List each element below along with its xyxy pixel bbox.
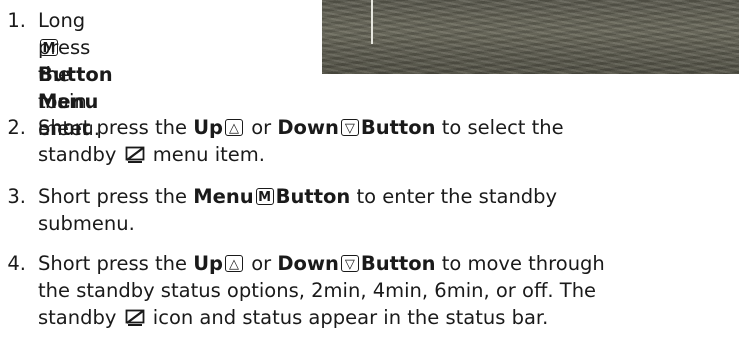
step-text: to select the xyxy=(435,116,564,139)
step-text: menu item. xyxy=(146,143,265,166)
up-label: Up xyxy=(193,252,224,275)
step-4-line-3: standby icon and status appear in the st… xyxy=(38,304,548,331)
photo-indicator-line xyxy=(371,0,373,44)
step-4-line-2: the standby status options, 2min, 4min, … xyxy=(38,277,596,304)
button-label: Button xyxy=(360,252,436,275)
step-number: 4. xyxy=(7,252,26,275)
menu-button-icon: M xyxy=(255,188,274,205)
up-button-icon: △ xyxy=(225,119,244,136)
menu-button-icon: M xyxy=(40,39,58,56)
up-label: Up xyxy=(193,116,224,139)
down-label: Down xyxy=(277,252,339,275)
step-2-line-2: standby menu item. xyxy=(38,141,265,168)
menu-label: Menu xyxy=(193,185,254,208)
step-number: 1. xyxy=(7,9,26,32)
step-text: Short press the xyxy=(38,252,194,275)
step-text: or xyxy=(245,252,278,275)
step-2-line-1: Short press the Up △ or Down ▽ Button to se… xyxy=(38,114,564,141)
down-label: Down xyxy=(277,116,339,139)
down-button-icon: ▽ xyxy=(340,119,359,136)
step-text: icon and status appear in the status bar… xyxy=(146,306,549,329)
step-text: to enter the standby xyxy=(350,185,558,208)
step-3-line-1: Short press the Menu M Button to enter the… xyxy=(38,183,557,210)
standby-icon xyxy=(125,146,145,163)
step-text: or xyxy=(245,116,278,139)
standby-icon xyxy=(125,309,145,326)
step-text: standby xyxy=(38,306,123,329)
step-text: to move through xyxy=(435,252,605,275)
up-button-icon: △ xyxy=(225,255,244,272)
step-number: 2. xyxy=(7,116,26,139)
step-4-line-1: Short press the Up △ or Down ▽ Button to mo… xyxy=(38,250,605,277)
down-button-icon: ▽ xyxy=(340,255,359,272)
button-label: Button xyxy=(275,185,351,208)
step-number: 3. xyxy=(7,185,26,208)
step-text: the standby status options, 2min, 4min, … xyxy=(38,279,597,302)
device-photo xyxy=(322,0,739,74)
step-text: Short press the xyxy=(38,116,194,139)
button-label: Button xyxy=(360,116,436,139)
step-text: submenu. xyxy=(38,212,135,235)
step-text: Short press the xyxy=(38,185,194,208)
step-text: standby xyxy=(38,143,123,166)
step-3-line-2: submenu. xyxy=(38,210,135,237)
